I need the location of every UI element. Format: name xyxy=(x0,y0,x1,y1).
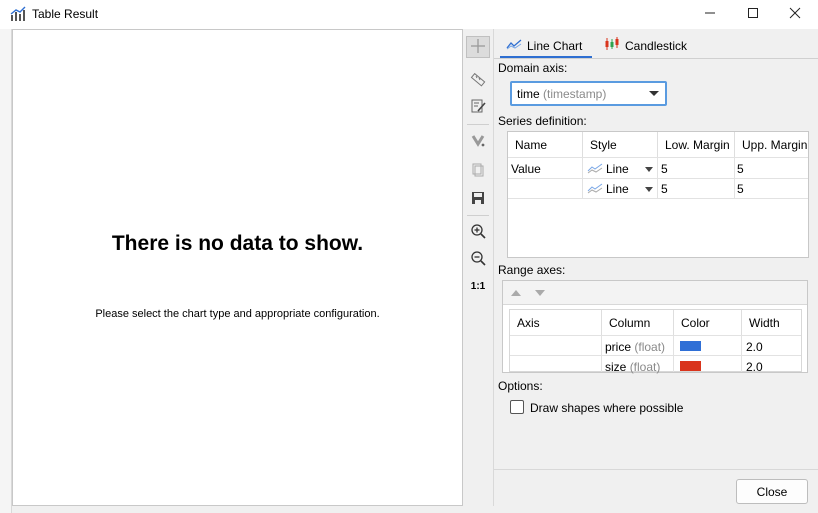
domain-axis-value: time (timestamp) xyxy=(517,87,607,101)
range-row-1-column[interactable]: price (float) xyxy=(605,340,665,354)
edit-icon xyxy=(470,98,486,117)
toolbar-separator xyxy=(467,124,489,125)
magnet-button[interactable] xyxy=(466,130,490,152)
save-button[interactable] xyxy=(466,188,490,210)
no-data-subtitle: Please select the chart type and appropr… xyxy=(95,308,380,320)
footer-divider xyxy=(494,469,818,470)
range-axes-label: Range axes: xyxy=(498,263,566,277)
move-down-button[interactable] xyxy=(535,290,545,296)
close-icon xyxy=(789,7,801,22)
line-style-icon xyxy=(587,162,603,177)
zoom-in-icon xyxy=(470,223,486,242)
chart-app-icon xyxy=(10,6,26,22)
save-icon xyxy=(470,190,486,209)
copy-icon xyxy=(470,162,486,181)
series-table: Name Style Low. Margin Upp. Margin Value… xyxy=(507,131,809,258)
row-divider xyxy=(508,198,808,199)
chevron-down-icon xyxy=(645,187,653,192)
tab-candlestick-label: Candlestick xyxy=(625,38,688,53)
zoom-out-button[interactable] xyxy=(466,248,490,270)
maximize-icon xyxy=(747,7,759,22)
title-bar: Table Result xyxy=(0,0,818,29)
draw-shapes-checkbox[interactable] xyxy=(510,400,524,414)
row-divider xyxy=(508,178,808,179)
zoom-reset-icon: 1:1 xyxy=(470,280,486,292)
row-divider xyxy=(508,157,808,158)
chart-canvas: There is no data to show. Please select … xyxy=(12,29,463,506)
draw-shapes-label[interactable]: Draw shapes where possible xyxy=(530,401,683,415)
toolbar-separator xyxy=(467,215,489,216)
ruler-button[interactable] xyxy=(466,69,490,91)
tab-line-chart[interactable]: Line Chart xyxy=(506,33,582,58)
zoom-out-icon xyxy=(470,250,486,269)
range-row-1-width[interactable]: 2.0 xyxy=(746,340,763,354)
series-row-2-upp-margin[interactable]: 5 xyxy=(737,182,744,196)
chevron-down-icon xyxy=(645,167,653,172)
range-header-column: Column xyxy=(602,310,674,335)
series-row-2-style-select[interactable]: Line xyxy=(587,181,657,199)
left-edge-strip xyxy=(0,29,12,513)
range-axes-toolbar xyxy=(503,281,807,305)
domain-axis-select[interactable]: time (timestamp) xyxy=(510,81,667,106)
copy-button[interactable] xyxy=(466,160,490,182)
series-row-1-low-margin[interactable]: 5 xyxy=(661,162,668,176)
range-header-width: Width xyxy=(749,316,780,330)
row-divider xyxy=(510,355,801,356)
range-axes-table: Axis Column Color Width price (float) 2.… xyxy=(509,309,802,374)
edit-button[interactable] xyxy=(466,96,490,118)
window-close-button[interactable] xyxy=(772,0,818,29)
range-row-1-color-swatch[interactable] xyxy=(680,341,701,351)
tab-divider xyxy=(494,58,818,59)
minimize-icon xyxy=(704,7,716,22)
series-row-1-name[interactable]: Value xyxy=(511,162,541,176)
crosshair-icon xyxy=(470,38,486,57)
series-header-style: Style xyxy=(583,132,658,157)
range-row-2-column[interactable]: size (float) xyxy=(605,360,660,374)
series-header-name: Name xyxy=(508,132,583,157)
no-data-title: There is no data to show. xyxy=(111,232,364,255)
chart-toolbar: 1:1 xyxy=(463,29,494,506)
close-button[interactable]: Close xyxy=(736,479,808,504)
row-divider xyxy=(510,335,801,336)
crosshair-button[interactable] xyxy=(466,36,490,58)
tab-candlestick[interactable]: Candlestick xyxy=(604,33,687,58)
tab-line-chart-label: Line Chart xyxy=(527,38,583,53)
chevron-down-icon xyxy=(649,91,659,96)
window-title: Table Result xyxy=(32,7,99,21)
minimize-button[interactable] xyxy=(687,0,733,29)
maximize-button[interactable] xyxy=(730,0,776,29)
range-axes-box: Axis Column Color Width price (float) 2.… xyxy=(502,280,808,374)
series-definition-label: Series definition: xyxy=(498,114,587,128)
series-header-low-margin: Low. Margin xyxy=(658,132,735,157)
chart-settings-panel: Line Chart Candlestick Domain axis: time… xyxy=(494,29,818,513)
range-header-axis: Axis xyxy=(510,310,602,335)
ruler-icon xyxy=(470,71,486,90)
range-row-2-color-swatch[interactable] xyxy=(680,361,701,371)
zoom-reset-button[interactable]: 1:1 xyxy=(466,275,490,297)
magnet-icon xyxy=(470,132,486,151)
move-up-button[interactable] xyxy=(511,290,521,296)
zoom-in-button[interactable] xyxy=(466,221,490,243)
options-label: Options: xyxy=(498,379,543,393)
series-row-1-style-select[interactable]: Line xyxy=(587,161,657,179)
line-style-icon xyxy=(587,182,603,197)
series-row-1-upp-margin[interactable]: 5 xyxy=(737,162,744,176)
series-header-upp-margin: Upp. Margin xyxy=(742,138,808,152)
series-row-2-low-margin[interactable]: 5 xyxy=(661,182,668,196)
candlestick-icon xyxy=(604,37,620,54)
range-row-2-width[interactable]: 2.0 xyxy=(746,360,763,374)
range-header-color: Color xyxy=(674,310,742,335)
line-chart-icon xyxy=(506,38,522,53)
domain-axis-label: Domain axis: xyxy=(498,61,568,75)
